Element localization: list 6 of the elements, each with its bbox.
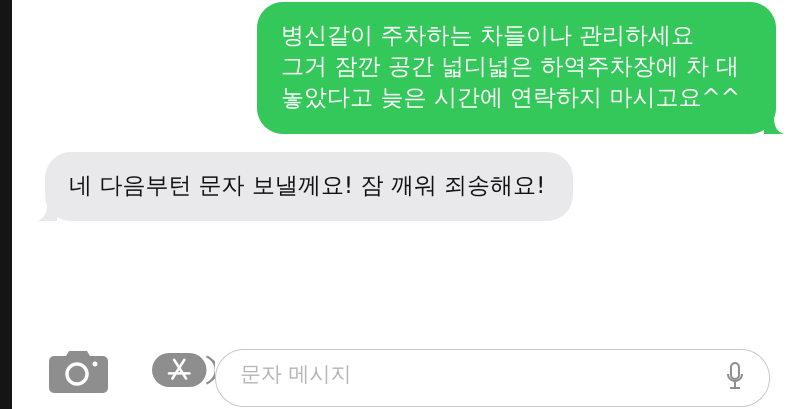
- message-text: 놓았다고 늦은 시간에 연락하지 마시고요^^: [281, 84, 740, 113]
- microphone-icon[interactable]: [726, 362, 744, 392]
- message-text: 네 다음부턴 문자 보낼께요! 잠 깨워 죄송해요!: [69, 172, 546, 201]
- message-input-field[interactable]: 문자 메시지: [215, 349, 770, 407]
- message-text: 그거 잠깐 공간 넓디넓은 하역주차장에 차 대: [281, 53, 740, 82]
- message-text: 병신같이 주차하는 차들이나 관리하세요: [281, 22, 696, 51]
